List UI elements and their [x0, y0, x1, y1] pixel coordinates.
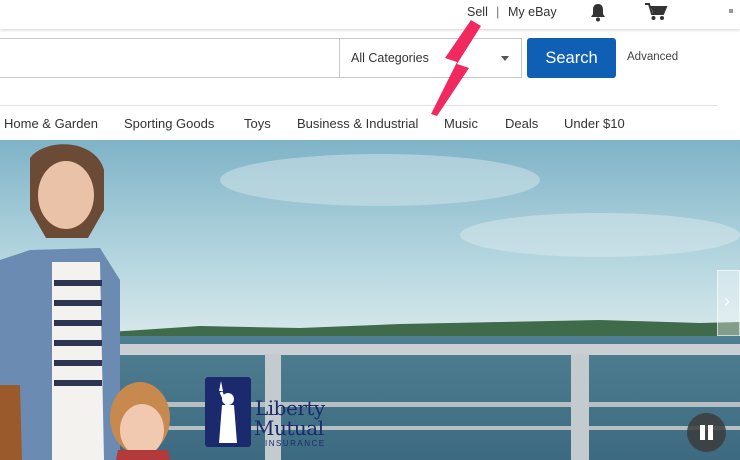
search-button[interactable]: Search — [527, 38, 616, 78]
overflow-dot — [729, 9, 733, 13]
liberty-mutual-logo: Liberty Mutual INSURANCE — [205, 377, 335, 451]
nav-sporting-goods[interactable]: Sporting Goods — [124, 116, 214, 131]
nav-music[interactable]: Music — [444, 116, 478, 131]
carousel-next-button[interactable]: › — [717, 270, 740, 336]
chevron-right-icon: › — [724, 291, 730, 311]
pause-button[interactable] — [687, 413, 726, 452]
sell-link[interactable]: Sell — [467, 5, 488, 19]
nav-home-garden[interactable]: Home & Garden — [4, 116, 98, 131]
logo-text-insurance: INSURANCE — [265, 439, 326, 448]
nav-under-10[interactable]: Under $10 — [564, 116, 625, 131]
search-input[interactable] — [0, 38, 340, 78]
pause-icon — [700, 425, 705, 440]
category-nav: Home & Garden Sporting Goods Toys Busine… — [0, 105, 718, 140]
annotation-arrow-icon — [431, 20, 481, 116]
search-row: All Categories Search Advanced — [0, 29, 740, 105]
bell-icon[interactable] — [589, 3, 607, 22]
nav-toys[interactable]: Toys — [244, 116, 271, 131]
nav-deals[interactable]: Deals — [505, 116, 538, 131]
hero-banner[interactable]: Liberty Mutual INSURANCE › — [0, 140, 740, 460]
cart-icon[interactable] — [644, 2, 668, 22]
advanced-search-link[interactable]: Advanced — [627, 51, 678, 63]
statue-of-liberty-icon — [205, 377, 251, 447]
category-select-label: All Categories — [351, 51, 429, 65]
hero-scene — [0, 140, 740, 460]
header-separator: | — [496, 4, 500, 19]
nav-business-industrial[interactable]: Business & Industrial — [297, 116, 418, 131]
logo-text-mutual: Mutual — [254, 416, 324, 440]
top-bar: Sell | My eBay — [0, 0, 740, 29]
my-ebay-link[interactable]: My eBay — [508, 5, 557, 19]
chevron-down-icon — [501, 56, 509, 61]
